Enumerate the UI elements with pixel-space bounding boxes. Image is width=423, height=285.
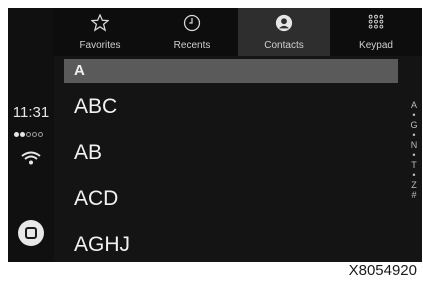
person-icon bbox=[275, 14, 293, 32]
contact-item[interactable]: AGHJ bbox=[64, 225, 398, 262]
home-button[interactable] bbox=[18, 220, 44, 246]
wifi-icon bbox=[21, 151, 41, 165]
tab-label: Keypad bbox=[359, 40, 393, 51]
alphabet-index[interactable]: A • G • N • T • Z # bbox=[408, 100, 420, 200]
index-letter[interactable]: N bbox=[408, 140, 420, 150]
tab-favorites[interactable]: Favorites bbox=[54, 8, 146, 56]
index-dot: • bbox=[412, 170, 416, 180]
home-icon bbox=[25, 227, 37, 239]
tab-label: Contacts bbox=[264, 40, 304, 51]
carplay-screen: 11:31 Favorites Recents Contacts Keypad … bbox=[8, 8, 422, 262]
index-dot: • bbox=[412, 130, 416, 140]
contact-item[interactable]: ABC bbox=[64, 87, 398, 127]
tab-keypad[interactable]: Keypad bbox=[330, 8, 422, 56]
contact-item[interactable]: ACD bbox=[64, 179, 398, 219]
tab-recents[interactable]: Recents bbox=[146, 8, 238, 56]
index-letter[interactable]: Z bbox=[408, 180, 420, 190]
keypad-icon bbox=[368, 14, 384, 29]
index-letter[interactable]: T bbox=[408, 160, 420, 170]
status-bar: 11:31 bbox=[8, 8, 54, 262]
index-letter[interactable]: G bbox=[408, 120, 420, 130]
clock: 11:31 bbox=[12, 104, 50, 121]
tab-contacts[interactable]: Contacts bbox=[238, 8, 330, 56]
clock-icon bbox=[183, 14, 201, 32]
index-letter[interactable]: # bbox=[408, 190, 420, 200]
index-dot: • bbox=[412, 150, 416, 160]
figure-caption: X8054920 bbox=[348, 262, 417, 279]
contacts-list[interactable]: A ABC AB ACD AGHJ A • G • N • T • Z # bbox=[54, 56, 422, 262]
signal-strength-icon bbox=[14, 132, 54, 140]
tab-label: Recents bbox=[173, 40, 211, 51]
index-dot: • bbox=[412, 110, 416, 120]
contact-item[interactable]: AB bbox=[64, 133, 398, 173]
section-header: A bbox=[64, 59, 398, 83]
tab-bar: Favorites Recents Contacts Keypad bbox=[54, 8, 422, 56]
tab-label: Favorites bbox=[79, 40, 121, 51]
index-letter[interactable]: A bbox=[408, 100, 420, 110]
star-icon bbox=[91, 14, 109, 32]
